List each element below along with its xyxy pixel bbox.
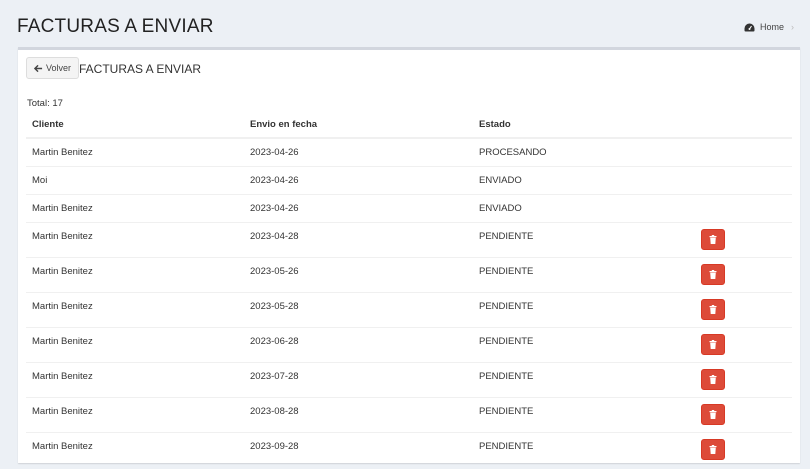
page-header: FACTURAS A ENVIAR Home › xyxy=(0,0,810,48)
box-header: Volver FACTURAS A ENVIAR xyxy=(18,50,800,90)
delete-button[interactable] xyxy=(701,404,725,425)
trash-icon xyxy=(709,270,717,279)
table-row: Martin Benitez 2023-09-28 PENDIENTE xyxy=(26,432,792,463)
cell-cliente: Martin Benitez xyxy=(26,137,244,167)
cell-actions xyxy=(687,397,792,433)
cell-cliente: Moi xyxy=(26,166,244,195)
trash-icon xyxy=(709,410,717,419)
delete-button[interactable] xyxy=(701,439,725,460)
column-header-cliente: Cliente xyxy=(26,112,244,139)
cell-estado: PENDIENTE xyxy=(473,432,687,463)
cell-fecha: 2023-05-28 xyxy=(244,292,473,328)
cell-estado: PROCESANDO xyxy=(473,137,687,167)
cell-actions xyxy=(687,166,792,195)
table-row: Martin Benitez 2023-04-26 PROCESANDO xyxy=(26,137,792,167)
cell-fecha: 2023-05-26 xyxy=(244,257,473,293)
box-title: FACTURAS A ENVIAR xyxy=(79,62,202,76)
delete-button[interactable] xyxy=(701,369,725,390)
delete-button[interactable] xyxy=(701,299,725,320)
cell-estado: PENDIENTE xyxy=(473,362,687,398)
cell-cliente: Martin Benitez xyxy=(26,257,244,293)
table-row: Martin Benitez 2023-05-26 PENDIENTE xyxy=(26,257,792,293)
breadcrumb-home-link[interactable]: Home xyxy=(760,22,784,32)
table-row: Martin Benitez 2023-06-28 PENDIENTE xyxy=(26,327,792,363)
total-count: Total: 17 xyxy=(27,98,63,109)
column-header-estado: Estado xyxy=(473,112,687,139)
trash-icon xyxy=(709,375,717,384)
cell-fecha: 2023-04-26 xyxy=(244,194,473,223)
cell-estado: PENDIENTE xyxy=(473,397,687,433)
trash-icon xyxy=(709,340,717,349)
cell-fecha: 2023-04-26 xyxy=(244,137,473,167)
cell-fecha: 2023-06-28 xyxy=(244,327,473,363)
chevron-right-icon: › xyxy=(791,22,794,32)
cell-estado: PENDIENTE xyxy=(473,292,687,328)
trash-icon xyxy=(709,445,717,454)
cell-actions xyxy=(687,137,792,167)
table-row: Martin Benitez 2023-07-28 PENDIENTE xyxy=(26,362,792,398)
trash-icon xyxy=(709,305,717,314)
cell-cliente: Martin Benitez xyxy=(26,292,244,328)
cell-cliente: Martin Benitez xyxy=(26,327,244,363)
invoices-box: Volver FACTURAS A ENVIAR Total: 17 Clien… xyxy=(18,47,800,463)
cell-estado: PENDIENTE xyxy=(473,257,687,293)
cell-estado: ENVIADO xyxy=(473,194,687,223)
cell-fecha: 2023-08-28 xyxy=(244,397,473,433)
table-body: Martin Benitez 2023-04-26 PROCESANDO Moi… xyxy=(26,137,792,463)
cell-fecha: 2023-09-28 xyxy=(244,432,473,463)
table-row: Martin Benitez 2023-08-28 PENDIENTE xyxy=(26,397,792,433)
cell-actions xyxy=(687,194,792,223)
breadcrumb[interactable]: Home › xyxy=(744,22,794,32)
arrow-left-icon xyxy=(34,64,43,72)
cell-estado: ENVIADO xyxy=(473,166,687,195)
cell-cliente: Martin Benitez xyxy=(26,194,244,223)
trash-icon xyxy=(709,235,717,244)
column-header-fecha: Envio en fecha xyxy=(244,112,473,139)
delete-button[interactable] xyxy=(701,334,725,355)
cell-actions xyxy=(687,362,792,398)
cell-cliente: Martin Benitez xyxy=(26,362,244,398)
back-button[interactable]: Volver xyxy=(26,57,80,79)
cell-fecha: 2023-04-28 xyxy=(244,222,473,258)
cell-actions xyxy=(687,292,792,328)
cell-estado: PENDIENTE xyxy=(473,327,687,363)
cell-actions xyxy=(687,432,792,463)
page-title: FACTURAS A ENVIAR xyxy=(17,16,214,37)
delete-button[interactable] xyxy=(701,264,725,285)
cell-actions xyxy=(687,257,792,293)
delete-button[interactable] xyxy=(701,229,725,250)
cell-actions xyxy=(687,327,792,363)
cell-cliente: Martin Benitez xyxy=(26,432,244,463)
column-header-actions xyxy=(687,112,792,139)
invoices-table: Cliente Envio en fecha Estado Martin Ben… xyxy=(26,112,792,463)
cell-cliente: Martin Benitez xyxy=(26,397,244,433)
back-button-label: Volver xyxy=(46,63,72,73)
table-row: Moi 2023-04-26 ENVIADO xyxy=(26,166,792,195)
table-header-row: Cliente Envio en fecha Estado xyxy=(26,112,792,139)
table-row: Martin Benitez 2023-04-28 PENDIENTE xyxy=(26,222,792,258)
table-row: Martin Benitez 2023-05-28 PENDIENTE xyxy=(26,292,792,328)
dashboard-icon xyxy=(744,23,755,31)
cell-estado: PENDIENTE xyxy=(473,222,687,258)
table-row: Martin Benitez 2023-04-26 ENVIADO xyxy=(26,194,792,223)
cell-cliente: Martin Benitez xyxy=(26,222,244,258)
cell-actions xyxy=(687,222,792,258)
cell-fecha: 2023-04-26 xyxy=(244,166,473,195)
cell-fecha: 2023-07-28 xyxy=(244,362,473,398)
